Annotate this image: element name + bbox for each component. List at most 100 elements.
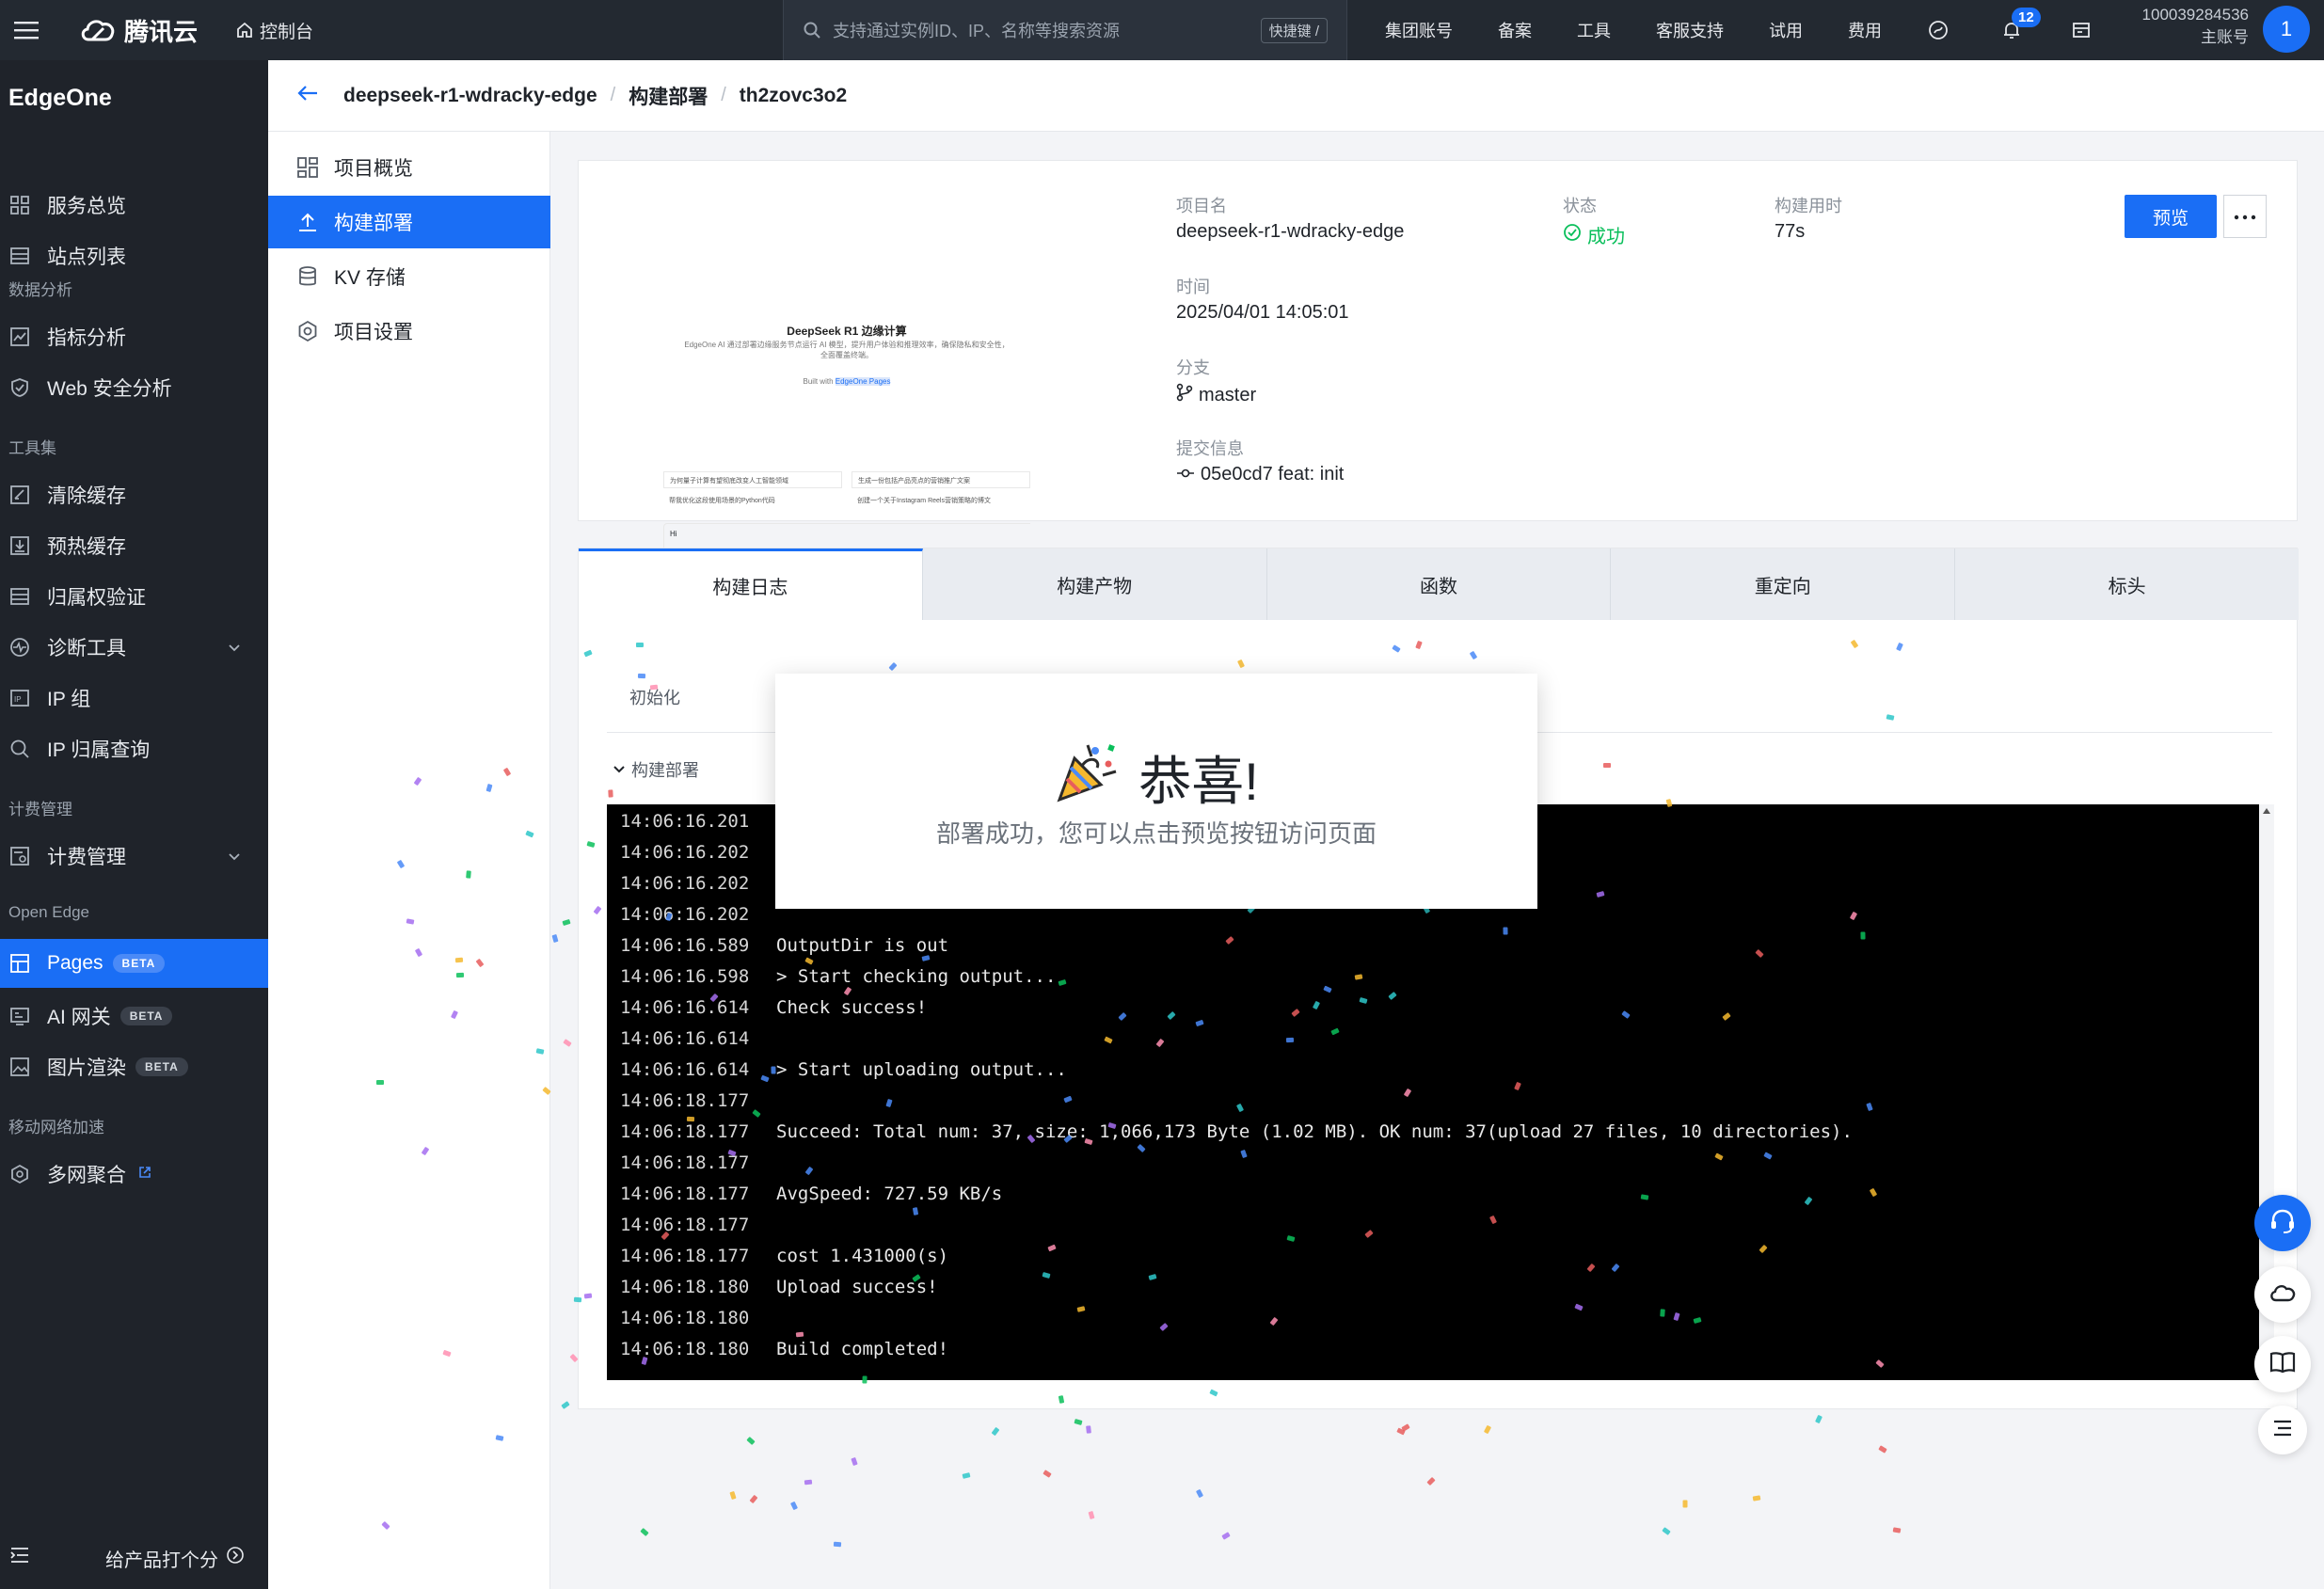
tab-bar: 构建日志 构建产物 函数 重定向 标头 xyxy=(579,548,2299,620)
menu-icon[interactable] xyxy=(6,9,47,51)
list-icon xyxy=(2272,1420,2293,1441)
sidebar-item-label: IP 归属查询 xyxy=(47,739,151,761)
confetti-piece xyxy=(1886,713,1894,721)
tab-functions[interactable]: 函数 xyxy=(1267,548,1612,620)
console-link[interactable]: 控制台 xyxy=(235,18,313,43)
confetti-piece xyxy=(583,1293,593,1299)
confetti-piece xyxy=(1221,1532,1232,1541)
confetti-piece xyxy=(562,919,571,927)
duration-label: 构建用时 xyxy=(1775,197,1842,215)
customer-service-button[interactable] xyxy=(2254,1195,2311,1251)
theme-icon[interactable] xyxy=(1919,11,1957,49)
feedback-link[interactable]: 给产品打个分 xyxy=(105,1545,245,1572)
tab-redirects[interactable]: 重定向 xyxy=(1611,548,1956,620)
sidebar-item-label: 清除缓存 xyxy=(47,485,126,507)
commit-message: 05e0cd7 feat: init xyxy=(1201,464,1345,485)
account-info[interactable]: 100039284536 主账号 xyxy=(2128,4,2249,49)
modal-title-row: 恭喜! xyxy=(775,738,1537,818)
nav-billing[interactable]: 费用 xyxy=(1848,18,1882,42)
sidebar-item-metrics[interactable]: 指标分析 xyxy=(0,312,268,361)
global-search[interactable]: 支持通过实例ID、IP、名称等搜索资源 快捷键 / xyxy=(783,0,1347,60)
thumb-badge-prefix: Built with xyxy=(803,377,834,386)
sidebar-item-ip-group[interactable]: IP IP 组 xyxy=(0,674,268,723)
sidebar-item-overview[interactable]: 服务总览 xyxy=(0,181,268,230)
nav-group-account[interactable]: 集团账号 xyxy=(1385,18,1453,42)
sidebar-item-ip-lookup[interactable]: IP 归属查询 xyxy=(0,724,268,773)
breadcrumb-project[interactable]: deepseek-r1-wdracky-edge xyxy=(343,85,597,107)
confetti-piece xyxy=(1426,1477,1436,1486)
confetti-piece xyxy=(1640,1194,1649,1200)
collapse-sidebar-icon[interactable] xyxy=(9,1547,30,1569)
log-timestamp: 14:06:18.177 xyxy=(620,1121,750,1142)
list-icon xyxy=(8,244,32,268)
sidebar-item-purge-cache[interactable]: 清除缓存 xyxy=(0,470,268,519)
shortcut-hint: 快捷键 / xyxy=(1260,17,1328,43)
sidebar-item-ownership[interactable]: 归属权验证 xyxy=(0,572,268,621)
submenu-kv-storage[interactable]: KV 存储 xyxy=(268,250,550,303)
sidebar-item-diagnose[interactable]: 诊断工具 xyxy=(0,623,268,672)
sidebar-item-sites[interactable]: 站点列表 xyxy=(0,231,268,280)
tab-build-log[interactable]: 构建日志 xyxy=(579,548,923,620)
status-text: 成功 xyxy=(1587,227,1625,247)
toc-button[interactable] xyxy=(2258,1406,2307,1454)
status-badge: 成功 xyxy=(1563,221,1625,248)
sidebar-item-label: Web 安全分析 xyxy=(47,378,172,400)
cloud-assistant-button[interactable] xyxy=(2254,1266,2311,1323)
nav-tools[interactable]: 工具 xyxy=(1577,18,1611,42)
sidebar-item-prefetch[interactable]: 预热缓存 xyxy=(0,521,268,570)
nav-icp[interactable]: 备案 xyxy=(1498,18,1532,42)
confetti-piece xyxy=(771,1066,776,1074)
step-build-deploy[interactable]: 构建部署 xyxy=(613,757,699,782)
workorder-icon[interactable] xyxy=(2062,11,2100,49)
site-preview-thumbnail[interactable]: DeepSeek R1 边缘计算 EdgeOne AI 通过部署边缘服务节点运行… xyxy=(663,236,1030,565)
nav-support[interactable]: 客服支持 xyxy=(1656,18,1724,42)
submenu-overview[interactable]: 项目概览 xyxy=(268,141,550,194)
branch-value: master xyxy=(1176,383,1256,407)
confetti-piece xyxy=(551,933,559,944)
preview-button[interactable]: 预览 xyxy=(2125,195,2217,238)
nav-trial[interactable]: 试用 xyxy=(1769,18,1803,42)
tencent-cloud-logo[interactable]: 腾讯云 xyxy=(79,13,198,48)
submenu-label: 项目概览 xyxy=(334,158,413,180)
notification-bell-icon[interactable]: 12 xyxy=(1993,8,2041,49)
submenu-build-deploy[interactable]: 构建部署 xyxy=(268,196,550,248)
search-placeholder: 支持通过实例ID、IP、名称等搜索资源 xyxy=(833,22,1121,40)
sidebar: EdgeOne 服务总览 站点列表 数据分析 指标分析 Web 安全分析 工具集… xyxy=(0,60,268,1589)
thumb-prompt: 为何量子计算有望彻底改变人工智能领域 xyxy=(663,471,842,488)
submenu-settings[interactable]: 项目设置 xyxy=(268,305,550,358)
tab-artifacts[interactable]: 构建产物 xyxy=(923,548,1267,620)
sidebar-item-multi-network[interactable]: 多网聚合 xyxy=(0,1150,268,1199)
billing-icon xyxy=(8,844,32,868)
sidebar-item-label: 服务总览 xyxy=(47,196,126,217)
check-circle-icon xyxy=(1563,223,1582,247)
sidebar-item-web-security[interactable]: Web 安全分析 xyxy=(0,363,268,412)
docs-button[interactable] xyxy=(2254,1336,2311,1392)
confetti-piece xyxy=(638,673,646,679)
commit-value: 05e0cd7 feat: init xyxy=(1176,464,1344,485)
sidebar-item-image-render[interactable]: 图片渲染 BETA xyxy=(0,1042,268,1091)
account-id: 100039284536 xyxy=(2141,6,2249,24)
tab-headers[interactable]: 标头 xyxy=(1955,548,2299,620)
back-arrow-icon[interactable] xyxy=(296,84,319,107)
sidebar-item-pages[interactable]: Pages BETA xyxy=(0,939,268,988)
status-label: 状态 xyxy=(1563,197,1597,215)
cloud-logo-icon xyxy=(79,17,117,43)
avatar[interactable]: 1 xyxy=(2263,6,2310,53)
confetti-piece xyxy=(749,1494,758,1503)
thumb-prompt: 创建一个关于Instagram Reels营销策略的博文 xyxy=(857,498,991,504)
log-timestamp: 14:06:18.177 xyxy=(620,1246,750,1266)
product-title[interactable]: EdgeOne xyxy=(8,85,112,112)
scroll-up-icon[interactable] xyxy=(2263,808,2270,814)
log-message: AvgSpeed: 727.59 KB/s xyxy=(776,1184,1003,1204)
log-timestamp: 14:06:18.180 xyxy=(620,1308,750,1328)
confetti-piece xyxy=(1285,1038,1294,1043)
beta-badge: BETA xyxy=(112,954,166,973)
more-options-button[interactable] xyxy=(2223,195,2267,238)
sidebar-item-ai-gateway[interactable]: AI 网关 BETA xyxy=(0,992,268,1041)
log-line: 14:06:16.598 > Start checking output... xyxy=(620,961,1056,993)
confetti-piece xyxy=(465,869,471,879)
submenu-label: 构建部署 xyxy=(334,213,413,234)
sidebar-item-billing[interactable]: 计费管理 xyxy=(0,832,268,881)
brand-name: 腾讯云 xyxy=(124,17,199,46)
breadcrumb-section[interactable]: 构建部署 xyxy=(629,82,708,110)
